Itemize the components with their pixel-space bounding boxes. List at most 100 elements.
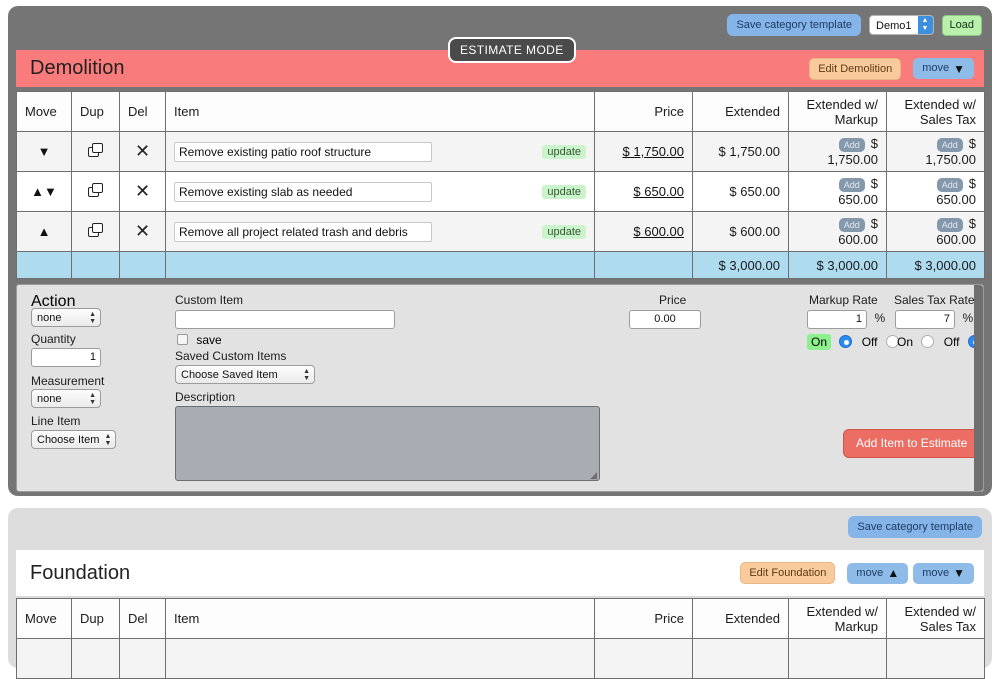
add-tax-button[interactable]: Add (937, 218, 963, 232)
update-button[interactable]: update (542, 185, 586, 199)
markup-rate-input[interactable] (807, 310, 867, 329)
col-markup-line1: Extended w/ (806, 604, 878, 619)
move-foundation-up-button[interactable]: move ▲ (847, 563, 908, 584)
move-cell[interactable] (17, 639, 72, 679)
close-icon[interactable]: ✕ (135, 221, 150, 242)
line-item-select-value: Choose Item (37, 434, 99, 446)
price-link[interactable]: $ 1,750.00 (623, 144, 684, 159)
markup-on-radio[interactable] (839, 335, 852, 348)
sales-tax-on-label[interactable]: On (897, 335, 913, 349)
price-label: Price (659, 293, 686, 307)
resize-grip-icon[interactable]: ◢ (590, 471, 597, 479)
del-cell[interactable] (120, 639, 166, 679)
custom-item-input[interactable] (175, 310, 395, 329)
add-markup-button[interactable]: Add (839, 178, 865, 192)
item-input[interactable] (174, 222, 432, 242)
price-cell[interactable]: $ 650.00 (595, 172, 693, 212)
item-input[interactable] (174, 182, 432, 202)
price-link[interactable]: $ 650.00 (633, 184, 684, 199)
move-foundation-down-button[interactable]: move ▼ (913, 563, 974, 584)
table-row: ▲▼ ✕ update $ 650.00 $ 650.00 Add$ 650.0… (17, 172, 985, 212)
markup-off-label[interactable]: Off (862, 335, 878, 349)
price-cell[interactable]: $ 600.00 (595, 212, 693, 252)
load-template-button[interactable]: Load (942, 15, 982, 36)
foundation-category-panel: Save category template Foundation Edit F… (8, 508, 992, 668)
duplicate-icon[interactable] (88, 223, 104, 238)
del-cell[interactable]: ✕ (120, 132, 166, 172)
edit-foundation-button[interactable]: Edit Foundation (740, 562, 835, 584)
measurement-select[interactable]: none ▲▼ (31, 389, 101, 408)
line-item-select[interactable]: Choose Item ▲▼ (31, 430, 116, 449)
template-select-value: Demo1 (870, 16, 917, 34)
add-markup-button[interactable]: Add (839, 218, 865, 232)
move-cell[interactable]: ▲ (17, 212, 72, 252)
sales-tax-on-radio[interactable] (921, 335, 934, 348)
chevron-updown-icon: ▲▼ (303, 368, 310, 382)
price-input[interactable] (629, 310, 701, 329)
move-down-icon[interactable]: ▼ (44, 184, 57, 199)
update-button[interactable]: update (542, 145, 586, 159)
action-select-value: none (37, 312, 61, 324)
sales-tax-rate-input[interactable] (895, 310, 955, 329)
dup-cell[interactable] (72, 212, 120, 252)
sales-tax-rate-label: Sales Tax Rate (894, 293, 975, 307)
saved-custom-items-select[interactable]: Choose Saved Item ▲▼ (175, 365, 315, 384)
measurement-label: Measurement (31, 374, 104, 388)
price-link[interactable]: $ 600.00 (633, 224, 684, 239)
move-down-icon[interactable]: ▼ (38, 144, 51, 159)
foundation-save-category-template-button[interactable]: Save category template (848, 516, 982, 538)
save-checkbox[interactable] (177, 334, 188, 345)
measurement-select-value: none (37, 393, 61, 405)
move-up-icon[interactable]: ▲ (31, 184, 44, 199)
add-tax-button[interactable]: Add (937, 178, 963, 192)
save-custom-item-row: save (177, 333, 222, 347)
col-extended-tax: Extended w/ Sales Tax (887, 92, 985, 132)
col-move: Move (17, 92, 72, 132)
markup-percent-sign: % (874, 311, 885, 325)
description-textarea[interactable]: ◢ (175, 406, 600, 481)
col-item: Item (166, 92, 595, 132)
extended-tax-cell: Add$ 600.00 (887, 212, 985, 252)
dup-cell[interactable] (72, 172, 120, 212)
move-cell[interactable]: ▼ (17, 132, 72, 172)
dup-cell[interactable] (72, 639, 120, 679)
move-up-icon[interactable]: ▲ (38, 224, 51, 239)
save-category-template-button[interactable]: Save category template (727, 14, 861, 36)
quantity-input[interactable] (31, 348, 101, 367)
duplicate-icon[interactable] (88, 143, 104, 158)
update-button[interactable]: update (542, 225, 586, 239)
chevron-updown-icon: ▲▼ (89, 311, 96, 325)
duplicate-icon[interactable] (88, 183, 104, 198)
template-select[interactable]: Demo1 ▲▼ (869, 15, 933, 35)
price-cell[interactable] (595, 639, 693, 679)
close-icon[interactable]: ✕ (135, 141, 150, 162)
markup-on-label[interactable]: On (807, 334, 831, 350)
item-cell[interactable] (166, 639, 595, 679)
close-icon[interactable]: ✕ (135, 181, 150, 202)
form-scrollbar[interactable] (974, 285, 983, 491)
sales-tax-toggle-group: On Off (897, 335, 981, 349)
add-item-to-estimate-button[interactable]: Add Item to Estimate (843, 429, 980, 458)
col-tax-line1: Extended w/ (904, 97, 976, 112)
move-cell[interactable]: ▲▼ (17, 172, 72, 212)
totals-price-cell (595, 252, 693, 279)
edit-demolition-button[interactable]: Edit Demolition (809, 58, 901, 80)
sales-tax-off-label[interactable]: Off (944, 335, 960, 349)
del-cell[interactable]: ✕ (120, 212, 166, 252)
add-markup-button[interactable]: Add (839, 138, 865, 152)
save-checkbox-label: save (196, 333, 221, 347)
move-demolition-down-button[interactable]: move ▼ (913, 58, 974, 79)
add-tax-button[interactable]: Add (937, 138, 963, 152)
foundation-items-table: Move Dup Del Item Price Extended Extende… (16, 598, 985, 679)
custom-item-label: Custom Item (175, 293, 243, 307)
dup-cell[interactable] (72, 132, 120, 172)
table-row: ▲ ✕ update $ 600.00 $ 600.00 Add$ 600.00… (17, 212, 985, 252)
price-cell[interactable]: $ 1,750.00 (595, 132, 693, 172)
col-extended: Extended (693, 599, 789, 639)
del-cell[interactable]: ✕ (120, 172, 166, 212)
action-select[interactable]: none ▲▼ (31, 308, 101, 327)
col-tax-line2: Sales Tax (920, 619, 976, 634)
col-extended-markup: Extended w/ Markup (789, 599, 887, 639)
triangle-down-icon: ▼ (953, 568, 965, 578)
item-input[interactable] (174, 142, 432, 162)
